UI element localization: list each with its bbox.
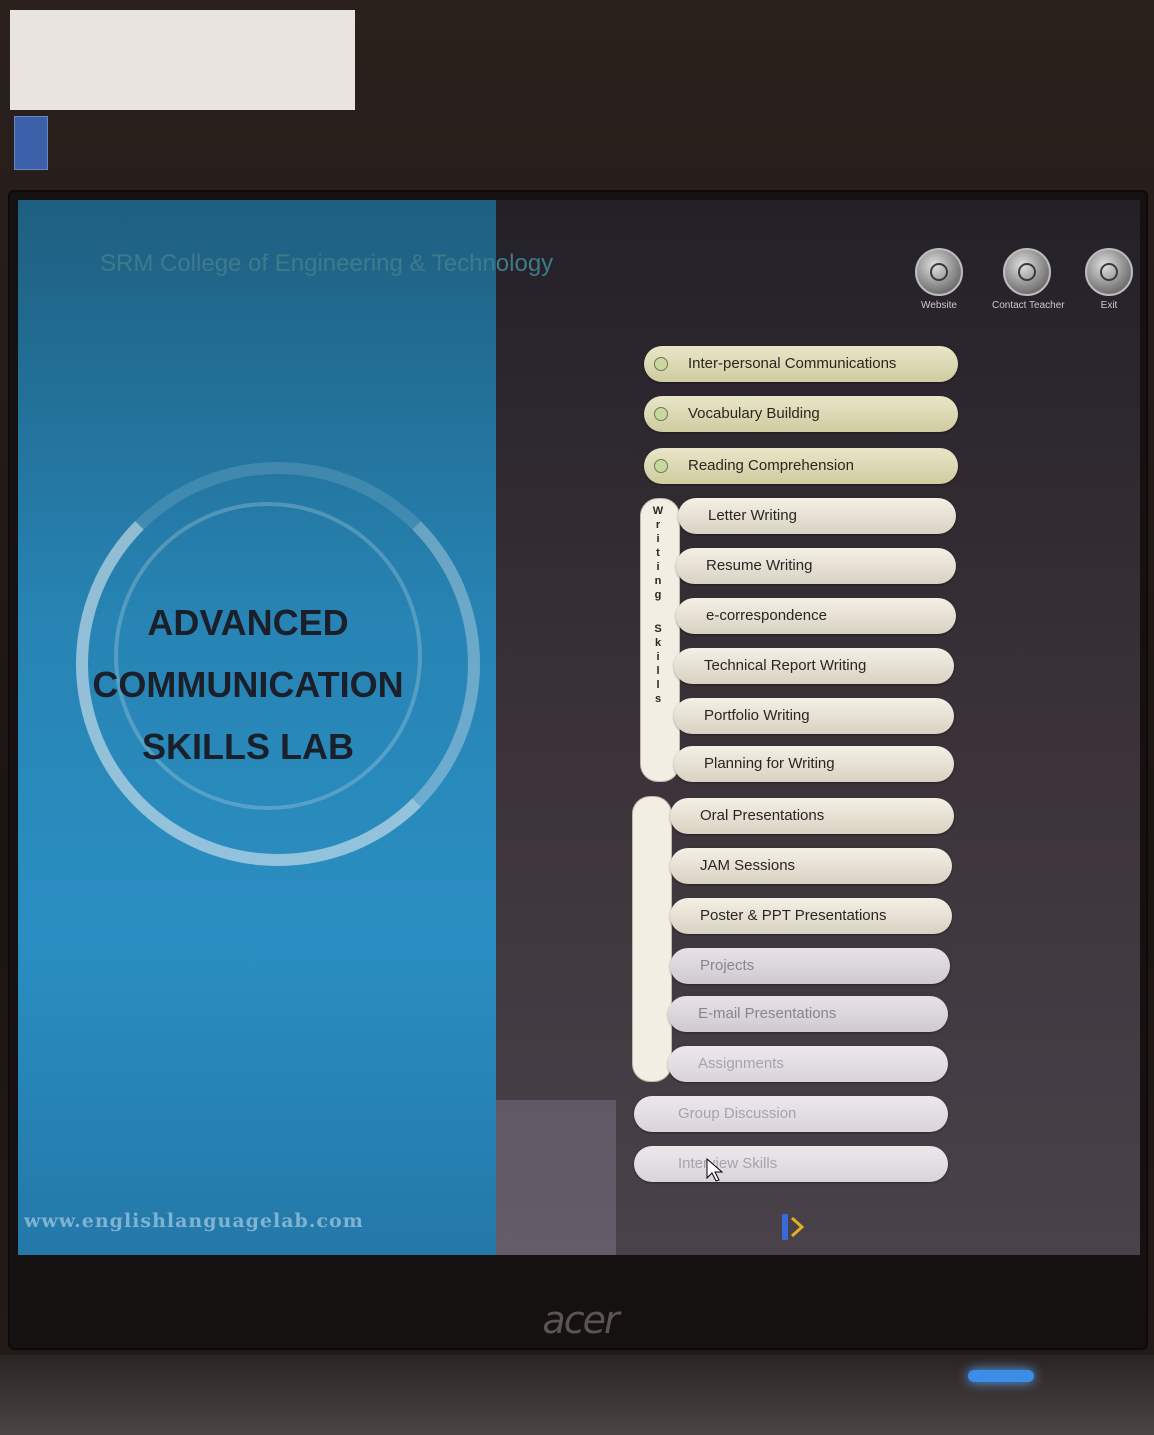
menu-item-label: Portfolio Writing [704,707,810,724]
contact-teacher-button-label: Contact Teacher [992,300,1065,311]
menu-item-label: Reading Comprehension [688,457,854,474]
website-button-label: Website [921,300,957,311]
paper-note [10,10,355,110]
menu-item-group-discussion[interactable]: Group Discussion [634,1096,948,1132]
menu-item-label: Vocabulary Building [688,405,820,422]
exit-button[interactable]: Exit [1074,248,1140,311]
sticker [14,116,48,170]
menu-item-reading[interactable]: Reading Comprehension [644,448,958,484]
menu-item-e-correspondence[interactable]: e-correspondence [676,598,956,634]
menu-item-label: Resume Writing [706,557,813,574]
menu-item-label: Group Discussion [678,1105,797,1122]
presentation-skills-group [632,796,672,1082]
college-title: SRM College of Engineering & Technology [100,250,554,277]
desk-surface [0,1355,1154,1435]
menu-item-label: E-mail Presentations [698,1005,837,1022]
menu-item-email-presentations[interactable]: E-mail Presentations [668,996,948,1032]
menu-item-interpersonal[interactable]: Inter-personal Communications [644,346,958,382]
menu-item-label: Letter Writing [708,507,797,524]
lab-title-line-1: ADVANCED [147,602,349,643]
menu-item-label: Oral Presentations [700,807,825,824]
menu-item-letter-writing[interactable]: Letter Writing [678,498,956,534]
menu-item-label: Planning for Writing [704,755,835,772]
menu-item-resume-writing[interactable]: Resume Writing [676,548,956,584]
lab-title-line-3: SKILLS LAB [142,726,354,767]
power-icon [915,248,963,296]
menu-item-vocabulary[interactable]: Vocabulary Building [644,396,958,432]
power-icon [1085,248,1133,296]
menu-item-portfolio-writing[interactable]: Portfolio Writing [674,698,954,734]
radio-icon [654,407,668,421]
menu-item-label: Poster & PPT Presentations [700,907,887,924]
menu-item-label: JAM Sessions [700,857,796,874]
writing-skills-vertical-label: W r i t i n g S k i l l s [652,505,664,705]
next-arrow-icon[interactable] [780,1212,806,1242]
website-url: www.englishlanguagelab.com [24,1210,364,1232]
website-button[interactable]: Website [904,248,974,311]
lab-title-line-2: COMMUNICATION [92,664,404,705]
menu-item-label: Inter-personal Communications [688,355,897,372]
menu-item-label: Projects [700,957,755,974]
menu-item-assignments[interactable]: Assignments [668,1046,948,1082]
menu-item-oral-presentations[interactable]: Oral Presentations [670,798,954,834]
contact-teacher-button[interactable]: Contact Teacher [992,248,1065,311]
left-panel: ADVANCED COMMUNICATION SKILLS LAB www.en… [18,200,496,1255]
menu-item-label: Interview Skills [678,1155,778,1172]
lab-title: ADVANCED COMMUNICATION SKILLS LAB [58,592,438,778]
exit-button-label: Exit [1100,300,1118,311]
menu-item-label: e-correspondence [706,607,827,624]
mouse-cursor-icon [706,1158,724,1182]
menu-item-projects[interactable]: Projects [670,948,950,984]
brand-logo: acer [542,1298,619,1342]
menu-item-poster-ppt[interactable]: Poster & PPT Presentations [670,898,952,934]
menu-item-label: Assignments [698,1055,784,1072]
power-led [968,1370,1034,1382]
menu-item-label: Technical Report Writing [704,657,867,674]
decorative-square [496,1100,616,1255]
menu-item-technical-report[interactable]: Technical Report Writing [674,648,954,684]
radio-icon [654,459,668,473]
screen: ADVANCED COMMUNICATION SKILLS LAB www.en… [18,200,1140,1255]
menu-item-planning-writing[interactable]: Planning for Writing [674,746,954,782]
power-icon [1003,248,1051,296]
radio-icon [654,357,668,371]
menu-item-interview-skills[interactable]: Interview Skills [634,1146,948,1182]
menu-item-jam-sessions[interactable]: JAM Sessions [670,848,952,884]
